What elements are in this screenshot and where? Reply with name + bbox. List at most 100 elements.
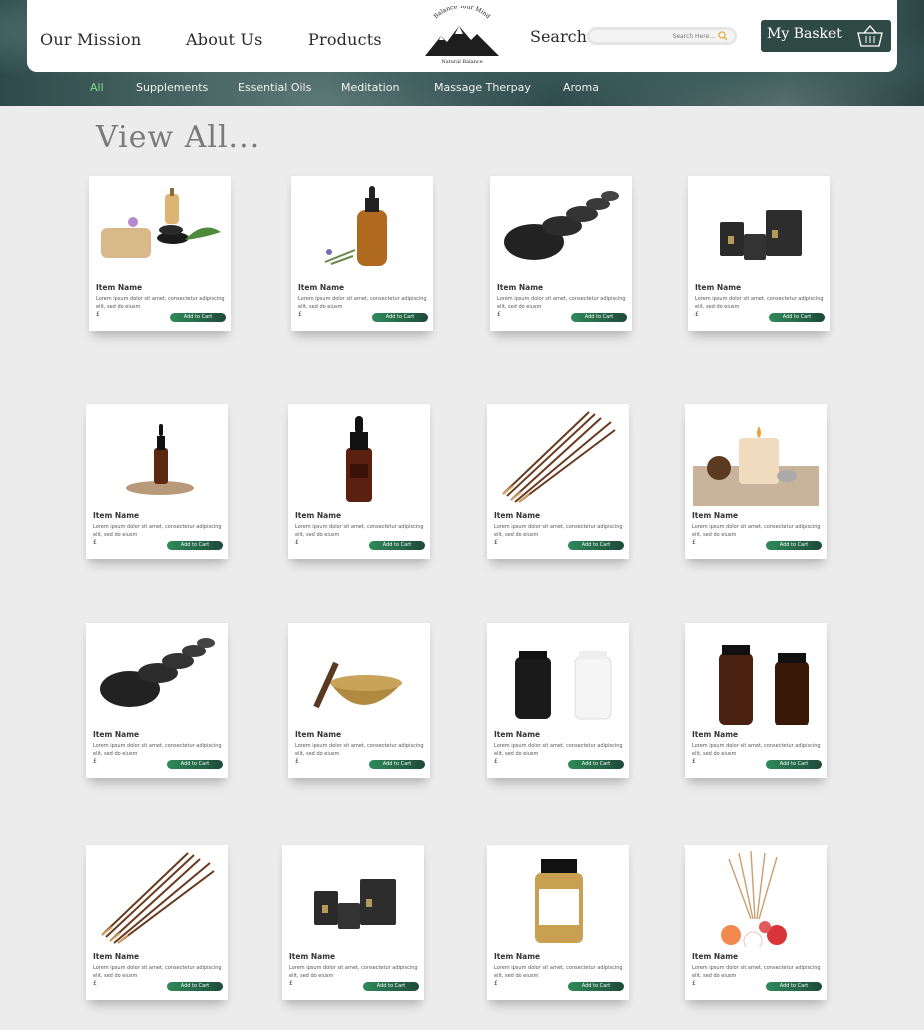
product-name[interactable]: Item Name <box>96 283 142 292</box>
product-description: Lorem ipsum dolor sit amet, consectetur … <box>494 524 623 538</box>
product-price: £ <box>295 758 299 765</box>
incense-sticks-icon[interactable] <box>491 408 625 506</box>
logo-bottom-text: Natural Balance <box>441 59 482 65</box>
product-description: Lorem ipsum dolor sit amet, consectetur … <box>692 965 821 979</box>
product-card[interactable]: Item Name Lorem ipsum dolor sit amet, con… <box>688 176 830 331</box>
brand-logo[interactable]: Balance Your Mind Natural Balance <box>419 6 505 66</box>
category-supplements[interactable]: Supplements <box>136 81 208 94</box>
add-to-cart-button[interactable]: Add to Cart <box>568 982 624 991</box>
product-name[interactable]: Item Name <box>93 952 139 961</box>
search-box[interactable] <box>587 27 737 45</box>
candle-pinecone-icon[interactable] <box>689 408 823 506</box>
search-input[interactable] <box>597 30 715 42</box>
dropper-on-stone-icon[interactable] <box>90 408 224 506</box>
product-description: Lorem ipsum dolor sit amet, consectetur … <box>93 743 222 757</box>
product-name[interactable]: Item Name <box>692 511 738 520</box>
product-price: £ <box>93 539 97 546</box>
product-card[interactable]: Item Name Lorem ipsum dolor sit amet, con… <box>685 623 827 778</box>
add-to-cart-button[interactable]: Add to Cart <box>571 313 627 322</box>
amber-dropper-bottle-icon[interactable] <box>295 180 429 278</box>
add-to-cart-button[interactable]: Add to Cart <box>766 541 822 550</box>
spa-oil-stones-icon[interactable] <box>93 180 227 278</box>
dark-dropper-bottle-icon[interactable] <box>292 408 426 506</box>
product-price: £ <box>494 539 498 546</box>
add-to-cart-button[interactable]: Add to Cart <box>167 541 223 550</box>
product-name[interactable]: Item Name <box>497 283 543 292</box>
basket-button[interactable]: My Basket <box>761 20 891 52</box>
product-name[interactable]: Item Name <box>494 952 540 961</box>
product-name[interactable]: Item Name <box>695 283 741 292</box>
hot-stones-icon[interactable] <box>90 627 224 725</box>
amber-jar-label-icon[interactable] <box>491 849 625 947</box>
product-description: Lorem ipsum dolor sit amet, consectetur … <box>96 296 225 310</box>
category-massage-therapy[interactable]: Massage Therpay <box>434 81 531 94</box>
product-description: Lorem ipsum dolor sit amet, consectetur … <box>93 965 222 979</box>
add-to-cart-button[interactable]: Add to Cart <box>363 982 419 991</box>
product-name[interactable]: Item Name <box>295 511 341 520</box>
page-title: View All... <box>96 120 261 155</box>
add-to-cart-button[interactable]: Add to Cart <box>766 982 822 991</box>
product-price: £ <box>494 758 498 765</box>
product-card[interactable]: Item Name Lorem ipsum dolor sit amet, con… <box>490 176 632 331</box>
category-all[interactable]: All <box>90 81 104 94</box>
add-to-cart-button[interactable]: Add to Cart <box>568 541 624 550</box>
add-to-cart-button[interactable]: Add to Cart <box>766 760 822 769</box>
category-meditation[interactable]: Meditation <box>341 81 399 94</box>
product-card[interactable]: Item Name Lorem ipsum dolor sit amet, con… <box>487 845 629 1000</box>
product-card[interactable]: Item Name Lorem ipsum dolor sit amet, con… <box>288 404 430 559</box>
add-to-cart-button[interactable]: Add to Cart <box>167 760 223 769</box>
product-card[interactable]: Item Name Lorem ipsum dolor sit amet, con… <box>86 623 228 778</box>
product-name[interactable]: Item Name <box>289 952 335 961</box>
nav-our-mission[interactable]: Our Mission <box>40 30 141 49</box>
category-aroma[interactable]: Aroma <box>563 81 599 94</box>
candle-jars-icon[interactable] <box>692 180 826 278</box>
category-essential-oils[interactable]: Essential Oils <box>238 81 311 94</box>
product-card[interactable]: Item Name Lorem ipsum dolor sit amet, con… <box>86 404 228 559</box>
search-icon[interactable] <box>717 30 729 42</box>
basket-icon <box>857 25 883 47</box>
incense-sticks-icon[interactable] <box>90 849 224 947</box>
product-description: Lorem ipsum dolor sit amet, consectetur … <box>497 296 626 310</box>
add-to-cart-button[interactable]: Add to Cart <box>769 313 825 322</box>
product-name[interactable]: Item Name <box>298 283 344 292</box>
reed-diffuser-flowers-icon[interactable] <box>689 849 823 947</box>
product-name[interactable]: Item Name <box>93 730 139 739</box>
nav-about-us[interactable]: About Us <box>186 30 263 49</box>
product-card[interactable]: Item Name Lorem ipsum dolor sit amet, con… <box>288 623 430 778</box>
product-card[interactable]: Item Name Lorem ipsum dolor sit amet, con… <box>86 845 228 1000</box>
product-name[interactable]: Item Name <box>692 952 738 961</box>
product-name[interactable]: Item Name <box>295 730 341 739</box>
product-card[interactable]: Item Name Lorem ipsum dolor sit amet, con… <box>291 176 433 331</box>
nav-products[interactable]: Products <box>308 30 382 49</box>
product-description: Lorem ipsum dolor sit amet, consectetur … <box>298 296 427 310</box>
product-card[interactable]: Item Name Lorem ipsum dolor sit amet, con… <box>685 404 827 559</box>
hot-stones-icon[interactable] <box>494 180 628 278</box>
add-to-cart-button[interactable]: Add to Cart <box>372 313 428 322</box>
product-name[interactable]: Item Name <box>494 730 540 739</box>
product-card[interactable]: Item Name Lorem ipsum dolor sit amet, con… <box>685 845 827 1000</box>
product-price: £ <box>295 539 299 546</box>
singing-bowl-icon[interactable] <box>292 627 426 725</box>
product-description: Lorem ipsum dolor sit amet, consectetur … <box>295 743 424 757</box>
product-name[interactable]: Item Name <box>494 511 540 520</box>
product-description: Lorem ipsum dolor sit amet, consectetur … <box>692 743 821 757</box>
product-price: £ <box>692 758 696 765</box>
product-card[interactable]: Item Name Lorem ipsum dolor sit amet, con… <box>487 623 629 778</box>
product-description: Lorem ipsum dolor sit amet, consectetur … <box>93 524 222 538</box>
amber-jars-icon[interactable] <box>689 627 823 725</box>
supplement-jars-icon[interactable] <box>491 627 625 725</box>
product-name[interactable]: Item Name <box>692 730 738 739</box>
product-card[interactable]: Item Name Lorem ipsum dolor sit amet, con… <box>89 176 231 331</box>
product-description: Lorem ipsum dolor sit amet, consectetur … <box>295 524 424 538</box>
add-to-cart-button[interactable]: Add to Cart <box>369 541 425 550</box>
product-price: £ <box>93 980 97 987</box>
product-name[interactable]: Item Name <box>93 511 139 520</box>
product-price: £ <box>692 539 696 546</box>
product-card[interactable]: Item Name Lorem ipsum dolor sit amet, con… <box>282 845 424 1000</box>
add-to-cart-button[interactable]: Add to Cart <box>170 313 226 322</box>
add-to-cart-button[interactable]: Add to Cart <box>568 760 624 769</box>
add-to-cart-button[interactable]: Add to Cart <box>167 982 223 991</box>
add-to-cart-button[interactable]: Add to Cart <box>369 760 425 769</box>
product-card[interactable]: Item Name Lorem ipsum dolor sit amet, con… <box>487 404 629 559</box>
candle-jars-icon[interactable] <box>286 849 420 947</box>
